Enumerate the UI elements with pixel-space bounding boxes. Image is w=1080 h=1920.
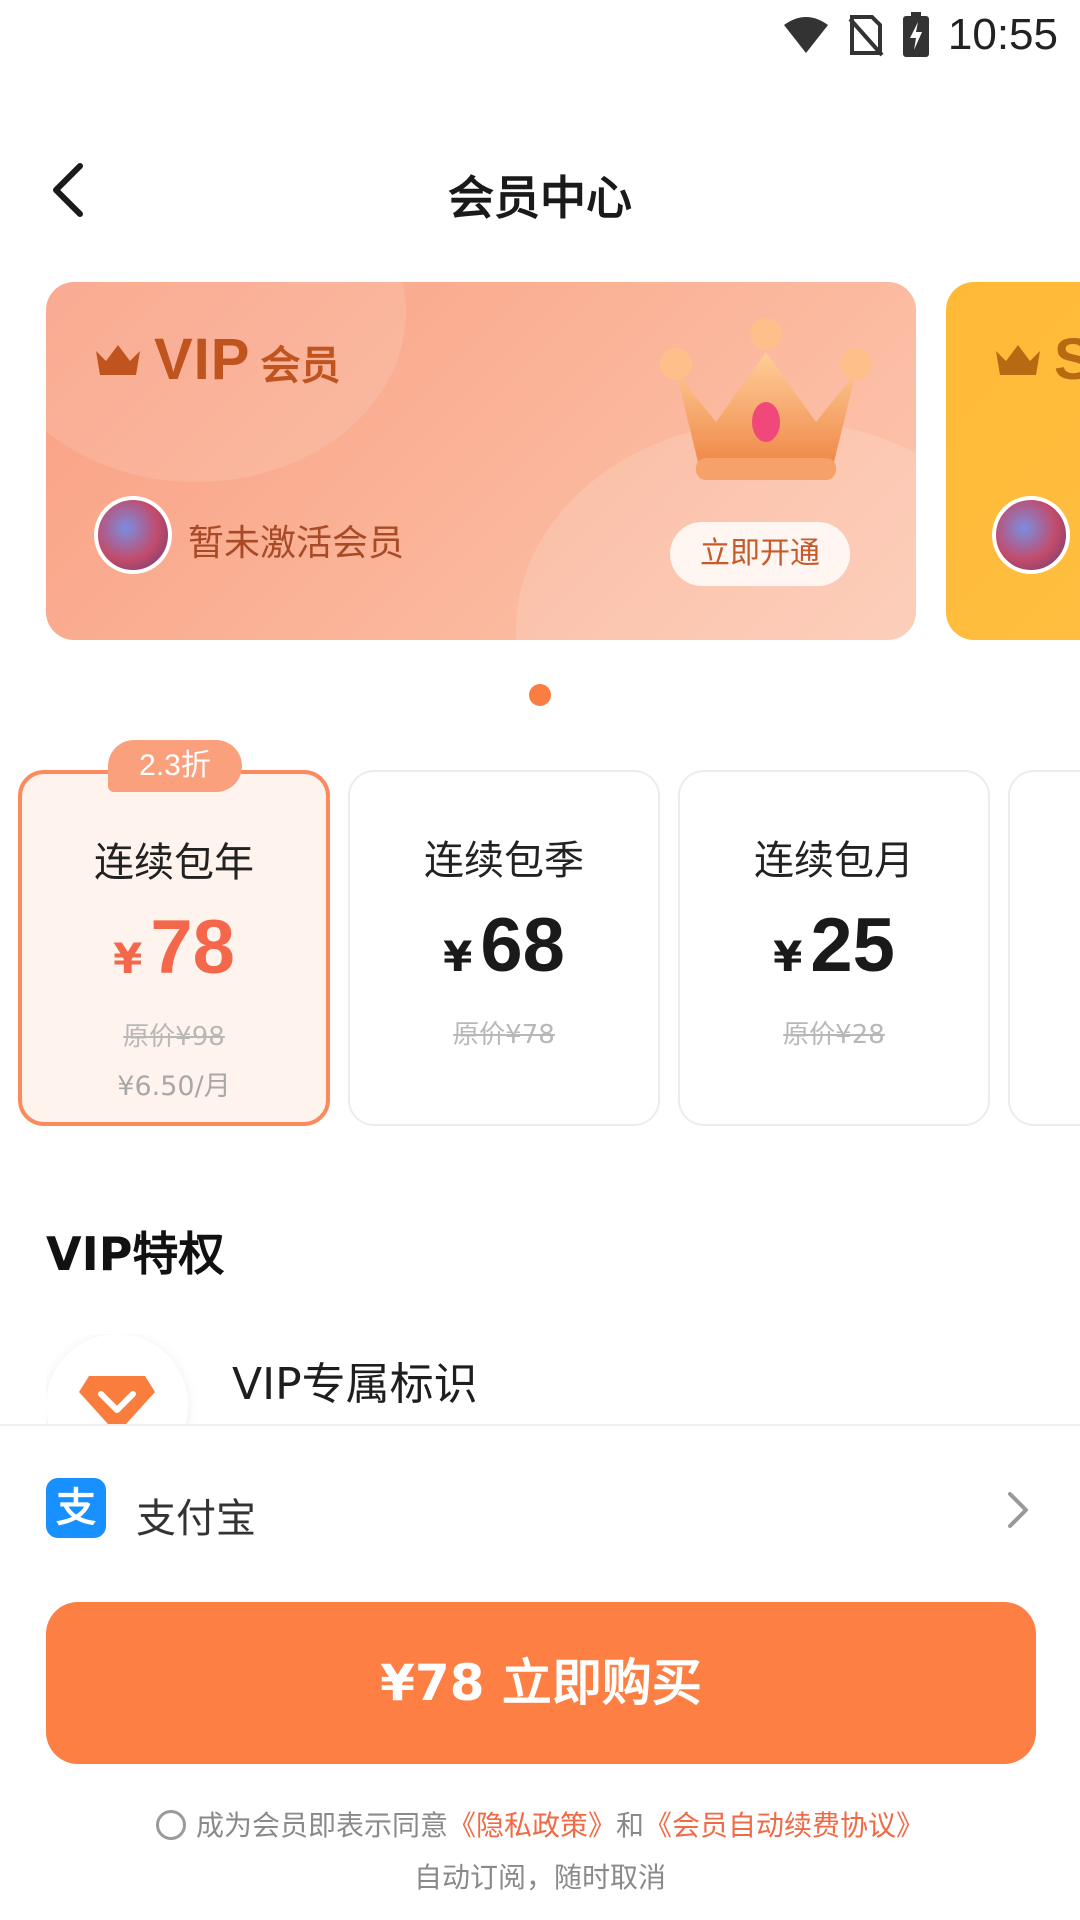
- plan-card-monthly[interactable]: 连续包月 ¥ 25 原价¥28: [678, 770, 990, 1126]
- buy-now-button[interactable]: ¥78 立即购买: [46, 1602, 1036, 1764]
- original-price: 原价¥28: [783, 1020, 885, 1050]
- crown-illustration-icon: [660, 318, 872, 480]
- price-value: 68: [480, 903, 565, 988]
- plan-card-partial[interactable]: [1008, 770, 1080, 1126]
- plan-price: ¥ 78: [22, 904, 326, 991]
- agreement-and: 和: [616, 1809, 645, 1842]
- plan-name: 连续包年: [94, 840, 254, 886]
- page-title: 会员中心: [448, 171, 632, 225]
- per-month-price: ¥6.50/月: [117, 1071, 231, 1102]
- plan-price: ¥ 25: [680, 902, 988, 989]
- no-sim-icon: [848, 15, 884, 57]
- plan-card-quarterly[interactable]: 连续包季 ¥ 68 原价¥78: [348, 770, 660, 1126]
- svip-label: SV: [1054, 327, 1080, 392]
- member-status-text: 暂未激活会员: [188, 523, 405, 564]
- crown-icon: [996, 345, 1040, 375]
- checkout-panel: 支 支付宝 ¥78 立即购买 成为会员即表示同意《隐私政策》和《会员自动续费协议…: [0, 1424, 1080, 1920]
- status-bar: 10:55: [0, 0, 1080, 78]
- alipay-icon: 支: [46, 1478, 106, 1538]
- activate-now-button[interactable]: 立即开通: [670, 522, 850, 586]
- membership-banner-carousel[interactable]: VIP 会员 暂未激活会员 立即开通 S: [0, 282, 1080, 642]
- currency-symbol: ¥: [113, 934, 143, 983]
- diamond-icon: [79, 1376, 155, 1424]
- vip-member-label: 会员: [260, 343, 341, 389]
- original-price: 原价¥98: [123, 1022, 225, 1052]
- vip-card[interactable]: VIP 会员 暂未激活会员 立即开通: [46, 282, 916, 640]
- currency-symbol: ¥: [773, 932, 803, 981]
- svip-card[interactable]: SV: [946, 282, 1080, 640]
- svip-card-title: SV: [992, 326, 1080, 393]
- plan-name: 连续包季: [424, 838, 584, 884]
- status-icons: 10:55: [782, 10, 1058, 60]
- privilege-item[interactable]: VIP专属标识: [46, 1334, 1080, 1424]
- discount-badge: 2.3折: [108, 740, 242, 792]
- privilege-name: VIP专属标识: [232, 1359, 478, 1410]
- price-value: 78: [150, 905, 235, 990]
- agreement-note: 自动订阅，随时取消: [413, 1861, 666, 1894]
- vip-card-title: VIP 会员: [92, 326, 341, 393]
- avatar: [992, 496, 1070, 574]
- battery-charging-icon: [902, 12, 929, 57]
- privilege-icon-circle: [46, 1334, 188, 1424]
- payment-method-name: 支付宝: [136, 1496, 256, 1542]
- vip-label: VIP: [154, 327, 251, 392]
- plan-name: 连续包月: [754, 838, 914, 884]
- avatar: [94, 496, 172, 574]
- privileges-title: VIP特权: [46, 1227, 225, 1281]
- header: 会员中心: [0, 140, 1080, 240]
- status-time: 10:55: [947, 10, 1058, 59]
- renewal-agreement-link[interactable]: 《会员自动续费协议》: [644, 1809, 924, 1842]
- wifi-icon: [783, 17, 828, 53]
- plan-card-yearly[interactable]: 连续包年 ¥ 78 原价¥98 ¥6.50/月: [18, 770, 330, 1126]
- original-price: 原价¥78: [453, 1020, 555, 1050]
- agreement-prefix: 成为会员即表示同意: [195, 1809, 448, 1842]
- plan-list[interactable]: 连续包年 ¥ 78 原价¥98 ¥6.50/月 2.3折 连续包季 ¥ 68 原…: [0, 740, 1080, 1130]
- agree-radio-icon[interactable]: [155, 1810, 186, 1840]
- carousel-dot-active: [529, 684, 551, 706]
- price-value: 25: [810, 903, 895, 988]
- currency-symbol: ¥: [443, 932, 473, 981]
- crown-icon: [96, 345, 140, 375]
- carousel-indicator: [0, 684, 1080, 706]
- privacy-policy-link[interactable]: 《隐私政策》: [448, 1809, 616, 1842]
- agreement-line: 成为会员即表示同意《隐私政策》和《会员自动续费协议》: [0, 1804, 1080, 1844]
- payment-method-selector[interactable]: 支 支付宝: [46, 1478, 1040, 1542]
- plan-price: ¥ 68: [350, 902, 658, 989]
- member-center-page: 10:55 会员中心 VIP 会员 暂未激活会员 立即开通 S 连续包年 ¥ 7…: [0, 0, 1080, 1920]
- chevron-right-icon: [1008, 1492, 1028, 1528]
